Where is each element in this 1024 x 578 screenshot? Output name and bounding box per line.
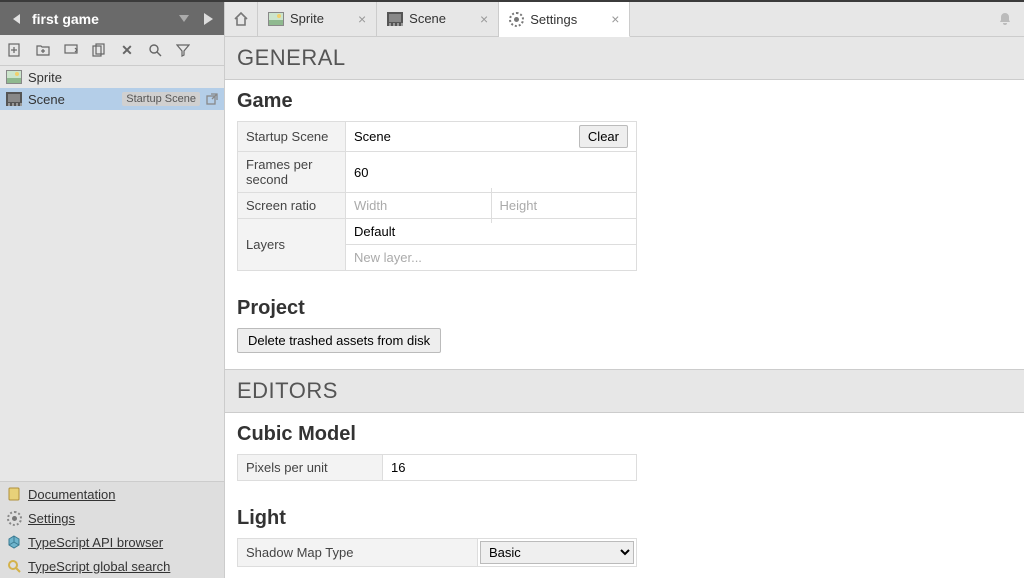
sidebar-toolbar: ✕ [0,35,224,66]
external-link-icon[interactable] [206,93,218,105]
play-icon[interactable] [200,11,216,27]
notification-icon[interactable] [998,12,1012,26]
download-icon[interactable] [176,11,192,27]
settings-content: GENERAL Game Startup Scene Clear [225,37,1024,578]
link-settings[interactable]: Settings [0,506,224,530]
subsection-game: Game Startup Scene Clear Frames per seco… [225,80,1024,287]
tab-scene[interactable]: Scene × [377,2,499,36]
tab-label: Sprite [290,11,352,26]
label-shadow: Shadow Map Type [238,539,478,567]
clear-button[interactable]: Clear [579,125,628,148]
label-ppu: Pixels per unit [238,455,383,481]
subsection-title: Game [237,90,1012,113]
link-ts-api[interactable]: TypeScript API browser [0,530,224,554]
duplicate-icon[interactable] [90,41,108,59]
tab-label: Scene [409,11,474,26]
asset-row-scene[interactable]: Scene Startup Scene [0,88,224,110]
ratio-width-input[interactable] [346,193,491,218]
ratio-height-input[interactable] [492,193,637,218]
open-icon[interactable] [62,41,80,59]
project-title: first game [32,11,168,27]
startup-scene-badge: Startup Scene [122,92,200,106]
search-icon[interactable] [146,41,164,59]
subsection-project: Project Delete trashed assets from disk [225,287,1024,369]
scene-icon [387,12,403,26]
tab-label: Settings [530,12,605,27]
gear-icon [509,12,524,27]
new-layer-input[interactable] [354,250,628,265]
subsection-title: Project [237,297,1012,320]
subsection-cubic: Cubic Model Pixels per unit [225,413,1024,497]
scene-icon [6,92,22,106]
close-icon[interactable]: × [480,11,488,27]
ppu-input[interactable] [391,460,628,475]
label-layers: Layers [238,219,346,271]
layer-input[interactable] [354,224,628,239]
subsection-title: Light [237,507,1012,530]
back-icon[interactable] [8,11,24,27]
main-area: Sprite × Scene × Settings × GENERAL Game [225,2,1024,578]
label-startup-scene: Startup Scene [238,122,346,152]
shadow-select[interactable]: Basic [480,541,634,564]
sidebar-header: first game [0,2,224,35]
link-label: Settings [28,511,75,526]
startup-scene-input[interactable] [354,129,573,144]
subsection-light: Light Shadow Map Type Basic [225,497,1024,578]
filter-icon[interactable] [174,41,192,59]
asset-label: Sprite [28,70,218,85]
fps-input[interactable] [354,165,628,180]
label-screen-ratio: Screen ratio [238,193,346,219]
link-label: TypeScript API browser [28,535,163,550]
tab-settings[interactable]: Settings × [499,2,630,37]
sprite-icon [268,12,284,26]
sidebar-bottom-links: Documentation Settings TypeScript API br… [0,481,224,578]
new-folder-icon[interactable] [34,41,52,59]
cube-icon [6,534,22,550]
section-header-editors: EDITORS [225,369,1024,413]
close-icon[interactable]: × [358,11,366,27]
link-label: TypeScript global search [28,559,170,574]
delete-trashed-button[interactable]: Delete trashed assets from disk [237,328,441,353]
tabbar: Sprite × Scene × Settings × [225,2,1024,37]
new-file-icon[interactable] [6,41,24,59]
tab-sprite[interactable]: Sprite × [257,2,377,36]
link-ts-search[interactable]: TypeScript global search [0,554,224,578]
asset-list: Sprite Scene Startup Scene [0,66,224,481]
sidebar: first game ✕ [0,2,225,578]
label-fps: Frames per second [238,152,346,193]
tab-home[interactable] [225,2,257,36]
book-icon [6,486,22,502]
subsection-title: Cubic Model [237,423,1012,446]
link-documentation[interactable]: Documentation [0,482,224,506]
close-icon[interactable]: × [611,11,619,27]
asset-label: Scene [28,92,116,107]
search-icon [6,558,22,574]
sprite-icon [6,70,22,84]
asset-row-sprite[interactable]: Sprite [0,66,224,88]
gear-icon [6,510,22,526]
section-header-general: GENERAL [225,37,1024,80]
delete-icon[interactable]: ✕ [118,41,136,59]
link-label: Documentation [28,487,115,502]
